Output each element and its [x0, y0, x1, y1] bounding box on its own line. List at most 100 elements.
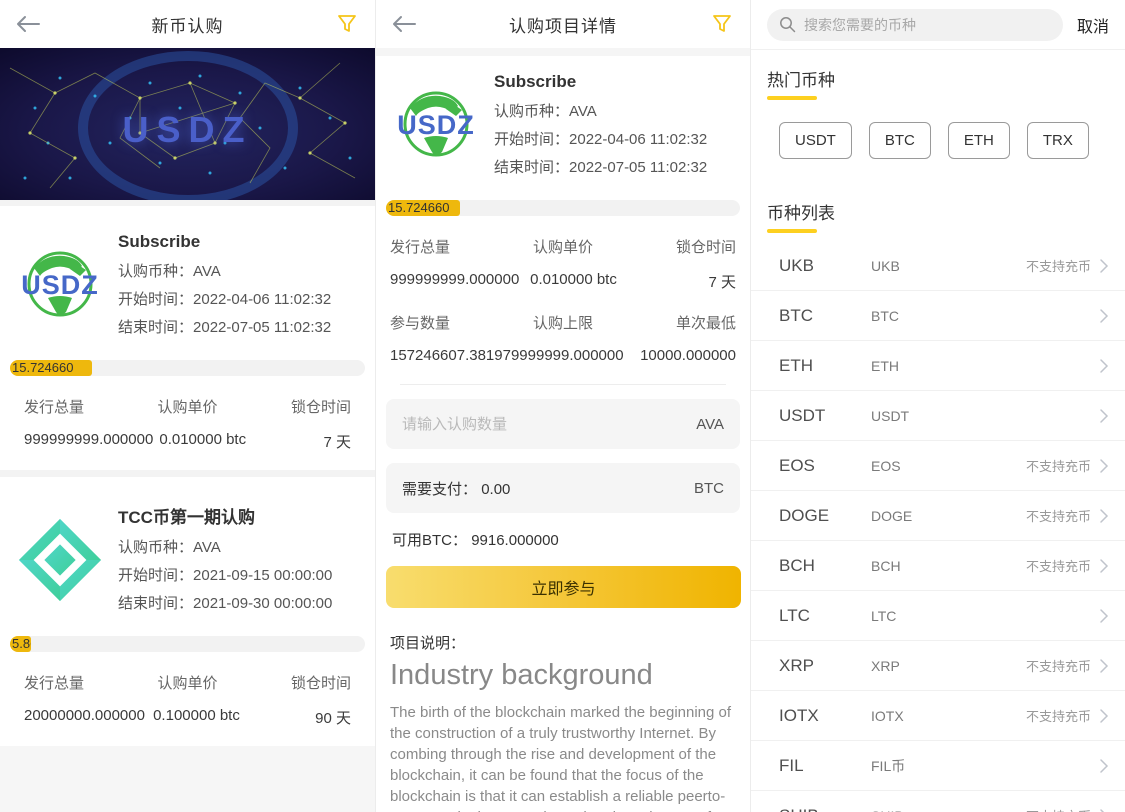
- stat-value: 0.010000 btc: [530, 271, 617, 288]
- promo-banner[interactable]: USDZ: [0, 48, 375, 200]
- divider: [376, 48, 750, 56]
- coin-note: 不支持充币: [1025, 509, 1091, 524]
- list-item[interactable]: UKB UKB 不支持充币: [751, 241, 1125, 291]
- back-button[interactable]: [390, 10, 418, 38]
- coin-value: AVA: [569, 103, 597, 120]
- start-label: 开始时间：: [494, 131, 570, 148]
- search-input[interactable]: [804, 16, 1051, 33]
- available-balance: 可用BTC： 9916.000000: [392, 529, 734, 550]
- cancel-button[interactable]: 取消: [1077, 13, 1109, 37]
- page-title: 新币认购: [151, 16, 224, 36]
- hot-coin-chip[interactable]: TRX: [1026, 122, 1089, 159]
- project-title: Subscribe: [494, 72, 577, 91]
- join-now-button[interactable]: 立即参与: [386, 566, 741, 608]
- pay-value: 0.00: [481, 480, 511, 498]
- list-item[interactable]: SHIBSHIB不支持充币: [751, 791, 1125, 812]
- coin-name: BTC: [871, 307, 899, 324]
- end-line: 结束时间：2022-07-05 11:02:32: [118, 316, 363, 337]
- hot-coin-chip[interactable]: ETH: [947, 122, 1010, 159]
- title-underline: [767, 96, 817, 100]
- coin-name: IOTX: [871, 707, 904, 724]
- coin-label: 认购币种：: [118, 263, 194, 280]
- coin-label: 认购币种：: [494, 103, 570, 120]
- stat-value: 20000000.000000: [24, 707, 145, 724]
- coin-symbol: BCH: [779, 555, 815, 575]
- search-header: 取消: [751, 0, 1125, 50]
- coin-name: EOS: [871, 457, 901, 474]
- stat-value: 90 天: [315, 710, 351, 727]
- svg-text:USDZ: USDZ: [397, 110, 475, 140]
- coin-name: XRP: [871, 657, 900, 674]
- stat-value: 0.010000 btc: [159, 431, 247, 448]
- stat-label: 发行总量: [390, 239, 451, 256]
- progress-fill: 15.724660: [386, 200, 461, 216]
- list-item[interactable]: USDT USDT: [751, 391, 1125, 441]
- coin-note: 不支持充币: [1025, 709, 1091, 724]
- stat-label: 参与数量: [390, 315, 451, 332]
- coin-note: 不支持充币: [1025, 459, 1091, 474]
- end-value: 2021-09-30 00:00:00: [193, 595, 333, 612]
- coin-name: ETH: [871, 357, 899, 374]
- hot-coin-chip[interactable]: BTC: [868, 122, 931, 159]
- stat-value: 7 天: [708, 274, 736, 291]
- panel-coin-search: 取消 热门币种 USDT BTC ETH TRX 币种列表 UKB UKB 不支持充…: [750, 0, 1125, 812]
- end-label: 结束时间：: [494, 159, 570, 176]
- start-label: 开始时间：: [118, 291, 194, 308]
- list-item[interactable]: FIL FIL币: [751, 741, 1125, 791]
- chevron-right-icon: [1100, 558, 1109, 573]
- list-item[interactable]: ETH ETH: [751, 341, 1125, 391]
- back-button[interactable]: [14, 10, 42, 38]
- divider: [0, 470, 375, 477]
- chevron-right-icon: [1100, 308, 1109, 323]
- stat-label: 认购单价: [157, 399, 218, 416]
- search-bar[interactable]: [767, 8, 1063, 41]
- chevron-right-icon: [1100, 458, 1109, 473]
- coin-symbol: DOGE: [779, 505, 830, 525]
- coin-symbol: ETH: [779, 355, 813, 375]
- coin-note: 不支持充币: [1026, 806, 1091, 812]
- usdz-logo: USDZ: [12, 228, 108, 344]
- subscription-card[interactable]: TCC币第一期认购 认购币种：AVA 开始时间：2021-09-15 00:00…: [0, 477, 375, 746]
- divider: [400, 384, 726, 385]
- coin-name: BCH: [871, 557, 901, 574]
- amount-input[interactable]: [402, 415, 697, 433]
- detail-stats: 发行总量 认购单价 锁仓时间 999999999.000000 0.010000…: [376, 236, 750, 385]
- stat-value: 10000.000000: [640, 347, 736, 364]
- stat-label: 锁仓时间: [290, 675, 351, 692]
- subscription-card[interactable]: USDZ Subscribe 认购币种：AVA 开始时间：2022-04-06 …: [0, 206, 375, 470]
- list-item[interactable]: IOTX IOTX 不支持充币: [751, 691, 1125, 741]
- tcc-logo: [12, 499, 108, 620]
- amount-input-box: AVA: [386, 399, 740, 449]
- chevron-right-icon: [1100, 408, 1109, 423]
- list-item[interactable]: EOS EOS 不支持充币: [751, 441, 1125, 491]
- filter-button[interactable]: [333, 10, 361, 38]
- filter-icon: [713, 15, 731, 32]
- chevron-right-icon: [1100, 708, 1109, 723]
- list-item[interactable]: XRP XRP 不支持充币: [751, 641, 1125, 691]
- chevron-right-icon: [1100, 358, 1109, 373]
- coin-name: UKB: [871, 257, 900, 274]
- coin-note: 不支持充币: [1025, 659, 1091, 674]
- project-summary: USDZ Subscribe 认购币种：AVA 开始时间：2022-04-06 …: [376, 56, 750, 188]
- filter-button[interactable]: [708, 10, 736, 38]
- left-header: 新币认购: [0, 0, 375, 48]
- start-line: 开始时间：2021-09-15 00:00:00: [118, 564, 363, 585]
- end-label: 结束时间：: [118, 595, 194, 612]
- start-value: 2022-04-06 11:02:32: [193, 291, 332, 308]
- svg-text:USDZ: USDZ: [21, 270, 99, 300]
- back-arrow-icon: [17, 16, 40, 32]
- description-label: 项目说明：: [390, 635, 466, 652]
- stat-label: 认购单价: [532, 239, 593, 256]
- hot-coin-chip[interactable]: USDT: [779, 122, 852, 159]
- hot-coins-title: 热门币种: [767, 71, 835, 90]
- coin-symbol: SHIB: [779, 806, 871, 812]
- end-value: 2022-07-05 11:02:32: [193, 319, 332, 336]
- list-item[interactable]: BCH BCH 不支持充币: [751, 541, 1125, 591]
- list-item[interactable]: LTC LTC: [751, 591, 1125, 641]
- coin-name: SHIB: [871, 808, 1026, 812]
- app: 新币认购 USDZ USDZ Subscribe 认购币种：AVA 开始时间：2…: [0, 0, 1125, 812]
- list-item[interactable]: DOGE DOGE 不支持充币: [751, 491, 1125, 541]
- page-title: 认购项目详情: [509, 16, 617, 36]
- coin-list: UKB UKB 不支持充币 BTC BTC ETH ETH USDT USDT EOS EO…: [751, 241, 1125, 812]
- list-item[interactable]: BTC BTC: [751, 291, 1125, 341]
